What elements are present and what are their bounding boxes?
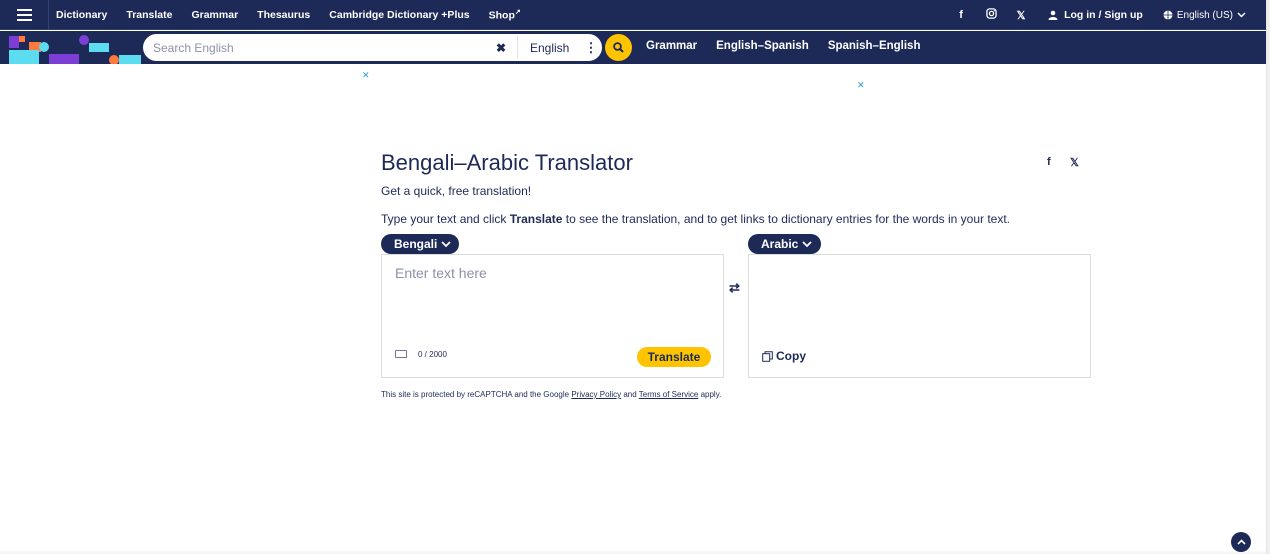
x-share-icon[interactable]: 𝕏	[1070, 156, 1079, 169]
search-divider	[517, 36, 518, 59]
top-nav: Dictionary Translate Grammar Thesaurus C…	[49, 0, 521, 30]
instructions-pre: Type your text and click	[381, 212, 510, 226]
link-english-spanish[interactable]: English–Spanish	[716, 40, 809, 52]
search-icon	[613, 42, 624, 53]
source-language-select[interactable]: Bengali	[381, 234, 459, 254]
search-band: Search English ✖ English ⋮ Grammar Engli…	[0, 31, 1266, 64]
nav-grammar[interactable]: Grammar	[191, 9, 238, 21]
recaptcha-pre: This site is protected by reCAPTCHA and …	[381, 390, 572, 399]
target-language-select[interactable]: Arabic	[748, 234, 821, 254]
search-button[interactable]	[605, 34, 632, 61]
x-icon[interactable]: 𝕏	[1006, 9, 1036, 22]
top-bar: Dictionary Translate Grammar Thesaurus C…	[0, 0, 1266, 30]
copy-icon	[762, 350, 773, 362]
recaptcha-and: and	[621, 390, 639, 399]
cambridge-logo[interactable]	[9, 33, 141, 64]
instructions: Type your text and click Translate to se…	[381, 212, 1010, 226]
swap-languages-icon[interactable]: ⇄	[729, 280, 740, 296]
scrollbar[interactable]	[1266, 0, 1270, 554]
copy-label: Copy	[776, 349, 806, 363]
instructions-post: to see the translation, and to get links…	[562, 212, 1011, 226]
nav-plus[interactable]: Cambridge Dictionary +Plus	[329, 9, 469, 21]
dictionary-links: Grammar English–Spanish Spanish–English	[646, 40, 920, 52]
subtitle: Get a quick, free translation!	[381, 184, 532, 198]
facebook-share-icon[interactable]: f	[1047, 156, 1051, 168]
page: Dictionary Translate Grammar Thesaurus C…	[0, 0, 1270, 554]
terms-of-service-link[interactable]: Terms of Service	[639, 390, 699, 399]
search-input[interactable]: Search English	[153, 41, 491, 55]
nav-shop[interactable]: Shop↗	[489, 8, 521, 22]
top-right: f 𝕏 Log in / Sign up English (US)	[946, 0, 1266, 30]
ad-close-icon[interactable]: ✕	[857, 80, 865, 91]
character-count: 0 / 2000	[418, 350, 447, 359]
login-label: Log in / Sign up	[1064, 9, 1143, 21]
target-panel: Copy	[748, 254, 1091, 378]
more-options-icon[interactable]: ⋮	[580, 40, 602, 56]
source-language-label: Bengali	[394, 237, 438, 251]
back-to-top-button[interactable]	[1231, 532, 1251, 552]
copy-button[interactable]: Copy	[762, 349, 806, 363]
nav-translate[interactable]: Translate	[126, 9, 172, 21]
privacy-policy-link[interactable]: Privacy Policy	[571, 390, 621, 399]
user-icon	[1048, 10, 1058, 20]
external-link-icon: ↗	[514, 8, 521, 16]
site-language-label: English (US)	[1176, 9, 1233, 21]
search-box: Search English ✖ English ⋮	[143, 34, 602, 61]
bottom-shade	[0, 550, 1266, 554]
site-language-select[interactable]: English (US)	[1163, 10, 1246, 21]
link-spanish-english[interactable]: Spanish–English	[828, 40, 921, 52]
dictionary-select[interactable]: English	[524, 41, 580, 55]
nav-shop-label: Shop	[488, 9, 515, 22]
keyboard-icon[interactable]	[395, 350, 407, 358]
translate-button[interactable]: Translate	[637, 347, 711, 367]
recaptcha-notice: This site is protected by reCAPTCHA and …	[381, 390, 721, 399]
instructions-bold: Translate	[509, 212, 563, 226]
recaptcha-post: apply.	[698, 390, 722, 399]
menu-icon[interactable]	[0, 0, 49, 30]
chevron-down-icon	[441, 240, 451, 247]
chevron-down-icon	[802, 240, 812, 247]
link-grammar[interactable]: Grammar	[646, 40, 697, 52]
facebook-icon[interactable]: f	[946, 9, 976, 21]
chevron-up-icon	[1236, 539, 1246, 545]
ad-close-icon[interactable]: ✕	[362, 70, 370, 81]
globe-icon	[1163, 10, 1173, 20]
login-link[interactable]: Log in / Sign up	[1048, 9, 1143, 21]
chevron-down-icon	[1237, 12, 1246, 18]
clear-icon[interactable]: ✖	[491, 41, 511, 55]
nav-thesaurus[interactable]: Thesaurus	[257, 9, 310, 21]
instagram-icon[interactable]	[976, 8, 1006, 22]
page-title: Bengali–Arabic Translator	[381, 150, 633, 175]
nav-dictionary[interactable]: Dictionary	[56, 9, 107, 21]
source-text-input[interactable]: Enter text here	[395, 265, 487, 281]
target-language-label: Arabic	[761, 237, 799, 251]
source-panel: Enter text here 0 / 2000 Translate	[381, 254, 724, 378]
